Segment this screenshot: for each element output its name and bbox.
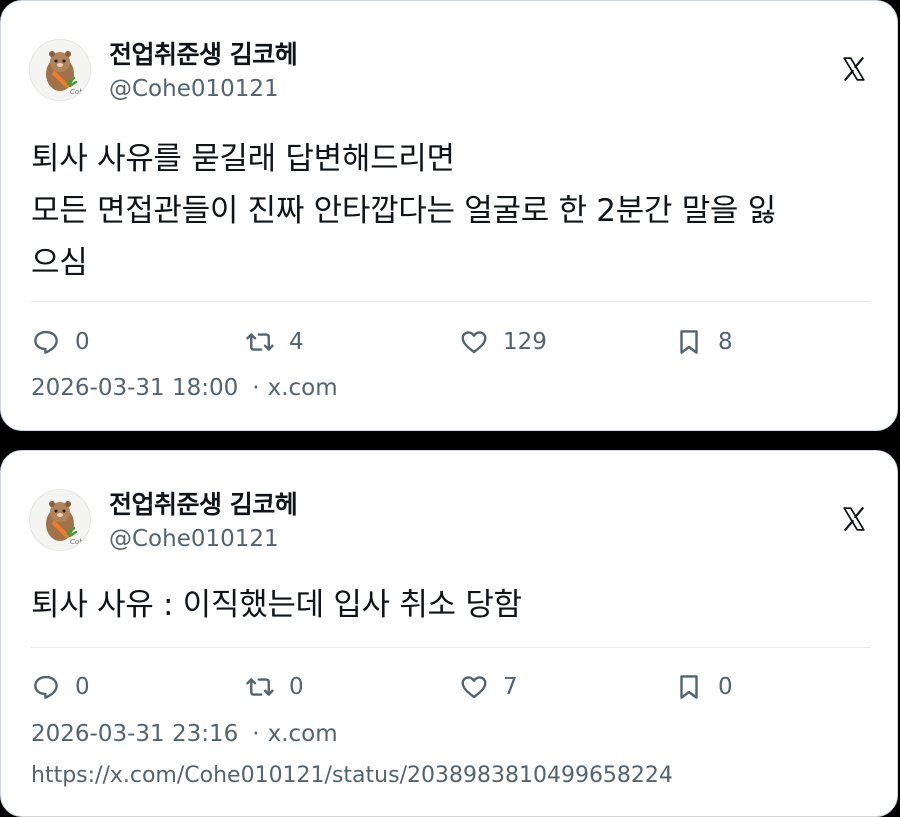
avatar-signature: Cohe	[70, 88, 88, 96]
like-button[interactable]: 129	[459, 325, 547, 359]
reply-button[interactable]: 0	[31, 670, 90, 704]
avatar[interactable]: Cohe	[29, 39, 91, 101]
separator-dot: ·	[252, 721, 260, 747]
tweet-card[interactable]: Cohe 전업취준생 김코헤 @Cohe010121 퇴사 사유 : 이직했는데…	[0, 450, 898, 817]
avatar[interactable]: Cohe	[29, 489, 91, 551]
otter-carrot-avatar-icon: Cohe	[46, 51, 88, 96]
tweet-meta: 2026-03-31 18:00 · x.com	[31, 375, 338, 401]
tweet-text: 퇴사 사유를 묻길래 답변해드리면 모든 면접관들이 진짜 안타깝다는 얼굴로 …	[31, 141, 776, 281]
bookmark-icon	[674, 672, 704, 702]
reply-count: 0	[75, 329, 90, 355]
avatar-signature: Cohe	[70, 538, 88, 546]
timestamp[interactable]: 2026-03-31 18:00	[31, 375, 238, 401]
bookmark-button[interactable]: 8	[674, 325, 733, 359]
retweet-arrows-icon	[245, 327, 275, 357]
tweet-text: 퇴사 사유 : 이직했는데 입사 취소 당함	[31, 587, 522, 623]
user-handle[interactable]: @Cohe010121	[109, 76, 279, 102]
like-count: 129	[503, 329, 547, 355]
like-button[interactable]: 7	[459, 670, 518, 704]
bookmark-count: 0	[718, 674, 733, 700]
timestamp[interactable]: 2026-03-31 23:16	[31, 721, 238, 747]
retweet-button[interactable]: 0	[245, 670, 304, 704]
tweet-meta: 2026-03-31 23:16 · x.com	[31, 721, 338, 747]
otter-carrot-avatar-icon: Cohe	[46, 501, 88, 546]
source-label[interactable]: x.com	[268, 721, 338, 747]
user-handle[interactable]: @Cohe010121	[109, 526, 279, 552]
retweet-count: 4	[289, 329, 304, 355]
heart-icon	[459, 672, 489, 702]
separator-dot: ·	[252, 375, 260, 401]
bookmark-button[interactable]: 0	[674, 670, 733, 704]
bookmark-count: 8	[718, 329, 733, 355]
x-logo-icon[interactable]	[841, 504, 867, 534]
bookmark-icon	[674, 327, 704, 357]
source-label[interactable]: x.com	[268, 375, 338, 401]
like-count: 7	[503, 674, 518, 700]
retweet-count: 0	[289, 674, 304, 700]
display-name[interactable]: 전업취준생 김코헤	[109, 35, 298, 71]
divider	[31, 647, 871, 648]
retweet-arrows-icon	[245, 672, 275, 702]
reply-count: 0	[75, 674, 90, 700]
retweet-button[interactable]: 4	[245, 325, 304, 359]
x-logo-icon[interactable]	[841, 54, 867, 84]
display-name[interactable]: 전업취준생 김코헤	[109, 485, 298, 521]
tweet-card[interactable]: Cohe 전업취준생 김코헤 @Cohe010121 퇴사 사유를 묻길래 답변…	[0, 0, 898, 431]
speech-bubble-icon	[31, 672, 61, 702]
tweet-url[interactable]: https://x.com/Cohe010121/status/20389838…	[31, 763, 673, 788]
heart-icon	[459, 327, 489, 357]
divider	[31, 301, 871, 302]
speech-bubble-icon	[31, 327, 61, 357]
reply-button[interactable]: 0	[31, 325, 90, 359]
